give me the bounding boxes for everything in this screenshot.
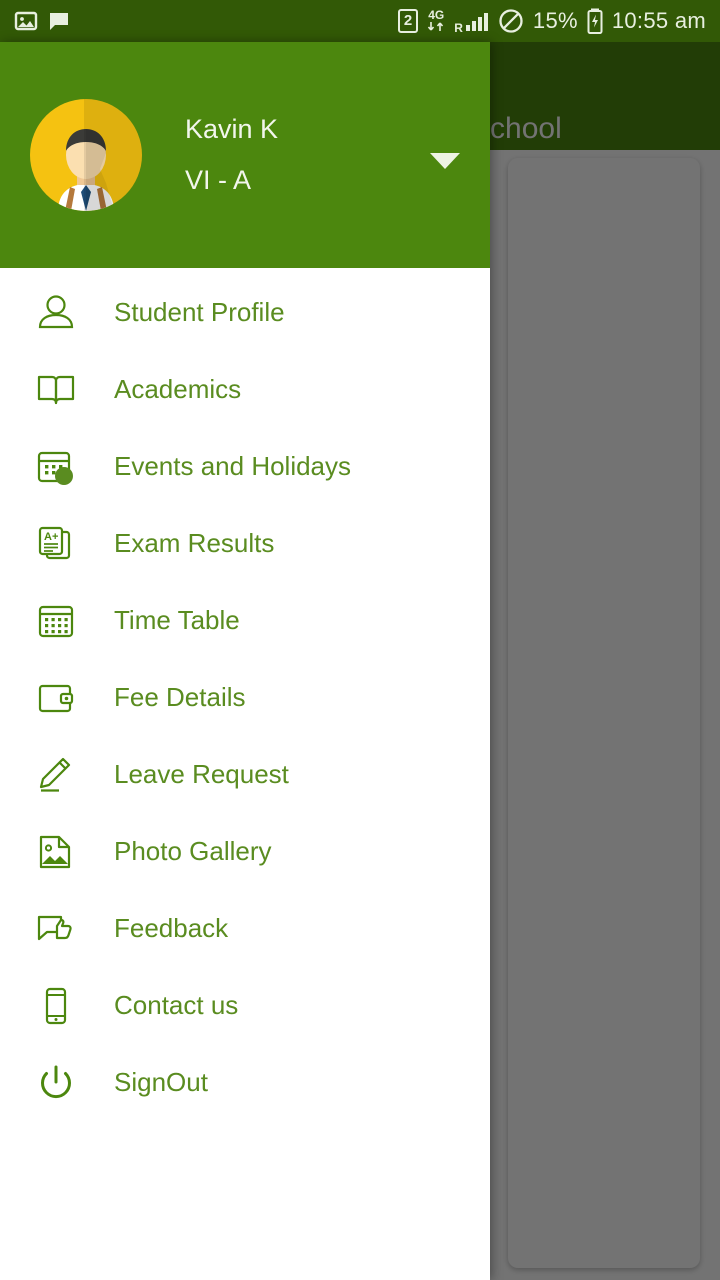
open-book-icon [28, 367, 84, 413]
clock-label: 10:55 am [611, 8, 706, 33]
status-bar: 2 4G R 15% 10:55 am [0, 0, 720, 42]
menu-item-label: Leave Request [114, 759, 289, 789]
menu-item-label: Events and Holidays [114, 451, 352, 481]
grade-document-icon: A+ [28, 521, 84, 567]
svg-text:A+: A+ [44, 531, 58, 543]
message-icon [50, 13, 68, 30]
menu-item-label: Contact us [114, 990, 239, 1020]
menu-item-events-and-holidays[interactable]: Events and Holidays [0, 428, 490, 505]
menu-item-label: Fee Details [114, 682, 246, 712]
signal-bars-icon [465, 13, 488, 31]
menu-item-label: Academics [114, 374, 242, 404]
user-identity: Kavin K VI - A [185, 114, 278, 196]
menu-item-signout[interactable]: SignOut [0, 1044, 490, 1121]
menu-item-label: Photo Gallery [114, 836, 272, 866]
navigation-drawer: Kavin K VI - A Student Profile Academics… [0, 42, 490, 1280]
chevron-down-icon[interactable] [430, 153, 460, 169]
user-name: Kavin K [185, 114, 279, 144]
app-screen: School 2 4G [0, 0, 720, 1280]
wallet-icon [28, 675, 84, 721]
menu-item-leave-request[interactable]: Leave Request [0, 736, 490, 813]
calendar-badge-icon [28, 444, 84, 490]
drawer-menu: Student Profile Academics Events and Hol… [0, 268, 490, 1121]
data-arrows-icon [428, 22, 444, 32]
menu-item-fee-details[interactable]: Fee Details [0, 659, 490, 736]
menu-item-academics[interactable]: Academics [0, 351, 490, 428]
status-bar-system-icons: 2 4G R 15% 10:55 am [397, 7, 706, 35]
status-bar-notifications [14, 9, 71, 33]
roaming-label: R [454, 21, 463, 35]
student-avatar [30, 99, 142, 211]
menu-item-label: SignOut [114, 1067, 208, 1097]
network-type-icon: 4G [427, 7, 445, 32]
power-icon [28, 1060, 84, 1106]
menu-item-time-table[interactable]: Time Table [0, 582, 490, 659]
calendar-grid-icon [28, 598, 84, 644]
sim-badge: 2 [397, 9, 419, 33]
pencil-icon [28, 752, 84, 798]
menu-item-label: Feedback [114, 913, 229, 943]
network-label: 4G [428, 7, 445, 22]
menu-item-feedback[interactable]: Feedback [0, 890, 490, 967]
menu-item-label: Exam Results [114, 528, 275, 558]
do-not-disturb-icon [499, 9, 523, 33]
menu-item-student-profile[interactable]: Student Profile [0, 274, 490, 351]
battery-charging-icon [587, 8, 603, 34]
user-class: VI - A [185, 165, 252, 195]
menu-item-contact-us[interactable]: Contact us [0, 967, 490, 1044]
menu-item-exam-results[interactable]: A+ Exam Results [0, 505, 490, 582]
photo-icon [28, 829, 84, 875]
menu-item-label: Time Table [114, 605, 240, 635]
screenshot-icon [14, 11, 38, 31]
person-icon [28, 290, 84, 336]
avatar-shading [83, 99, 142, 211]
menu-item-photo-gallery[interactable]: Photo Gallery [0, 813, 490, 890]
mobile-phone-icon [28, 983, 84, 1029]
drawer-header[interactable]: Kavin K VI - A [0, 42, 490, 268]
battery-percent-label: 15% [532, 8, 578, 33]
feedback-thumb-icon [28, 906, 84, 952]
menu-item-label: Student Profile [114, 297, 285, 327]
